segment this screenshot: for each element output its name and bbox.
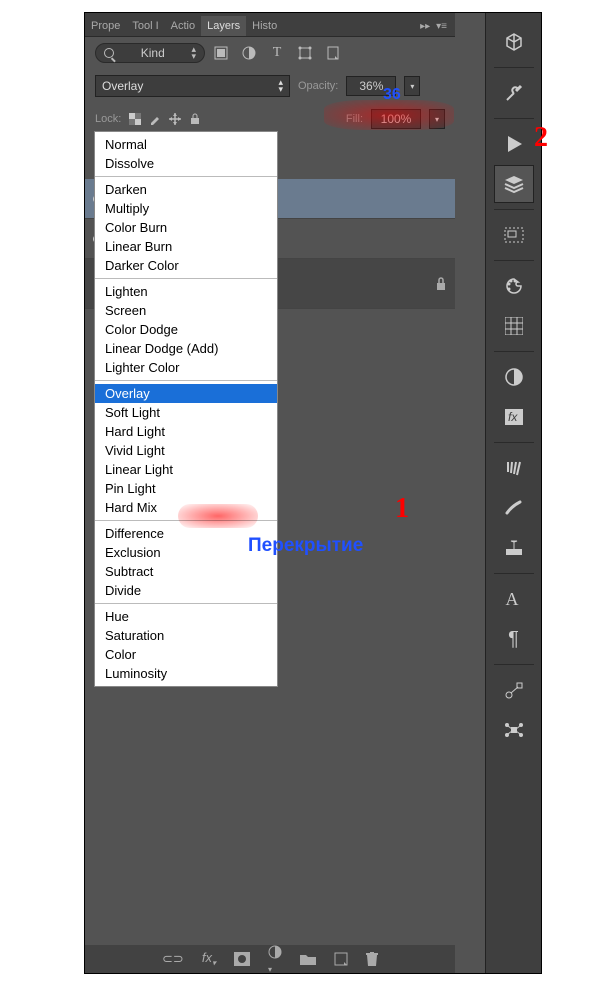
dock-3d-icon[interactable] [494, 23, 534, 61]
blend-mode-option[interactable]: Linear Burn [95, 237, 277, 256]
blend-mode-value: Overlay [102, 79, 143, 93]
blend-mode-option[interactable]: Hard Mix [95, 498, 277, 517]
filter-icons: T [213, 45, 341, 61]
blend-mode-option[interactable]: Lighter Color [95, 358, 277, 377]
annotation-number-2: 2 [534, 122, 548, 154]
dock-clone-source-icon[interactable] [494, 529, 534, 567]
blend-mode-dropdown[interactable]: NormalDissolveDarkenMultiplyColor BurnLi… [94, 131, 278, 687]
filter-kind-select[interactable]: Kind ▴▾ [95, 43, 205, 63]
tab-history[interactable]: Histo [246, 16, 283, 36]
fill-value[interactable]: 100% [371, 109, 421, 129]
dock-paragraph-icon[interactable]: ¶ [494, 620, 534, 658]
new-group-icon[interactable] [300, 953, 316, 965]
blend-mode-option[interactable]: Screen [95, 301, 277, 320]
lock-position-icon[interactable] [169, 113, 181, 125]
fill-dropdown-button[interactable]: ▾ [429, 109, 445, 129]
select-arrows-icon: ▴▾ [278, 79, 283, 93]
blend-mode-option[interactable]: Saturation [95, 626, 277, 645]
new-layer-icon[interactable] [334, 952, 348, 966]
filter-type-icon[interactable]: T [269, 45, 285, 61]
blend-mode-option[interactable]: Darker Color [95, 256, 277, 275]
blend-mode-option[interactable]: Luminosity [95, 664, 277, 683]
delete-layer-icon[interactable] [366, 952, 378, 966]
opacity-dropdown-button[interactable]: ▾ [404, 76, 420, 96]
layer-filter-row: Kind ▴▾ T [85, 37, 455, 69]
opacity-label[interactable]: Opacity: [298, 80, 338, 92]
lock-label: Lock: [95, 113, 121, 125]
svg-text:fx: fx [508, 410, 518, 424]
filter-shape-icon[interactable] [297, 45, 313, 61]
blend-mode-option[interactable]: Normal [95, 135, 277, 154]
blend-mode-option[interactable]: Color Dodge [95, 320, 277, 339]
annotation-overlay-translation: Перекрытие [248, 535, 363, 557]
dock-paths-icon[interactable] [494, 671, 534, 709]
blend-mode-option[interactable]: Pin Light [95, 479, 277, 498]
blend-mode-option[interactable]: Divide [95, 581, 277, 600]
link-layers-icon[interactable]: ⊂⊃ [162, 951, 184, 967]
panel-tabs: Prope Tool I Actio Layers Histo ▸▸ ▾≡ [85, 13, 455, 37]
layer-mask-icon[interactable] [234, 952, 250, 966]
filter-smart-icon[interactable] [325, 45, 341, 61]
dock-color-icon[interactable] [494, 267, 534, 305]
dock-adjustments-icon[interactable] [494, 358, 534, 396]
blend-mode-select[interactable]: Overlay ▴▾ [95, 75, 290, 97]
dock-brushes-icon[interactable] [494, 449, 534, 487]
blend-mode-option[interactable]: Darken [95, 180, 277, 199]
dock-channels-icon[interactable] [494, 711, 534, 749]
blend-mode-option[interactable]: Multiply [95, 199, 277, 218]
annotation-number-1: 1 [395, 493, 409, 525]
lock-transparent-icon[interactable] [129, 113, 141, 125]
filter-kind-label: Kind [141, 46, 165, 60]
lock-pixels-icon[interactable] [149, 113, 161, 125]
tab-tool[interactable]: Tool I [126, 16, 164, 36]
lock-all-icon[interactable] [189, 113, 201, 125]
tab-properties[interactable]: Prope [85, 16, 126, 36]
tab-layers[interactable]: Layers [201, 16, 246, 36]
tab-actions[interactable]: Actio [165, 16, 201, 36]
blend-mode-option[interactable]: Vivid Light [95, 441, 277, 460]
blend-mode-option[interactable]: Color Burn [95, 218, 277, 237]
blend-mode-option[interactable]: Soft Light [95, 403, 277, 422]
lock-icons [129, 113, 201, 125]
blend-mode-option[interactable]: Subtract [95, 562, 277, 581]
blend-mode-option[interactable]: Dissolve [95, 154, 277, 173]
dock-brush-presets-icon[interactable] [494, 489, 534, 527]
dock-navigator-icon[interactable] [494, 216, 534, 254]
blend-mode-option[interactable]: Color [95, 645, 277, 664]
blend-mode-option[interactable]: Hard Light [95, 422, 277, 441]
fill-label[interactable]: Fill: [346, 113, 363, 125]
dock-column: fx A ¶ [485, 13, 541, 973]
search-icon [104, 48, 114, 58]
dock-play-icon[interactable] [494, 125, 534, 163]
dock-styles-icon[interactable]: fx [494, 398, 534, 436]
dock-tools-icon[interactable] [494, 74, 534, 112]
expand-icon[interactable]: ▸▸ [420, 21, 430, 32]
annotation-36: 36 [383, 86, 401, 104]
blend-mode-option[interactable]: Linear Light [95, 460, 277, 479]
filter-pixel-icon[interactable] [213, 45, 229, 61]
blend-mode-option[interactable]: Overlay [95, 384, 277, 403]
layer-style-icon[interactable]: fx▾ [202, 950, 216, 968]
dock-character-icon[interactable]: A [494, 580, 534, 618]
blend-mode-option[interactable]: Lighten [95, 282, 277, 301]
layers-bottom-toolbar: ⊂⊃ fx▾ ▾ [85, 945, 455, 973]
adjustment-layer-icon[interactable]: ▾ [268, 945, 282, 974]
lock-icon [435, 277, 447, 291]
blend-mode-option[interactable]: Linear Dodge (Add) [95, 339, 277, 358]
menu-icon[interactable]: ▾≡ [436, 21, 447, 32]
blend-mode-option[interactable]: Hue [95, 607, 277, 626]
dock-swatches-icon[interactable] [494, 307, 534, 345]
filter-adjustment-icon[interactable] [241, 45, 257, 61]
dock-layers-icon[interactable] [494, 165, 534, 203]
select-arrows-icon: ▴▾ [191, 46, 196, 60]
